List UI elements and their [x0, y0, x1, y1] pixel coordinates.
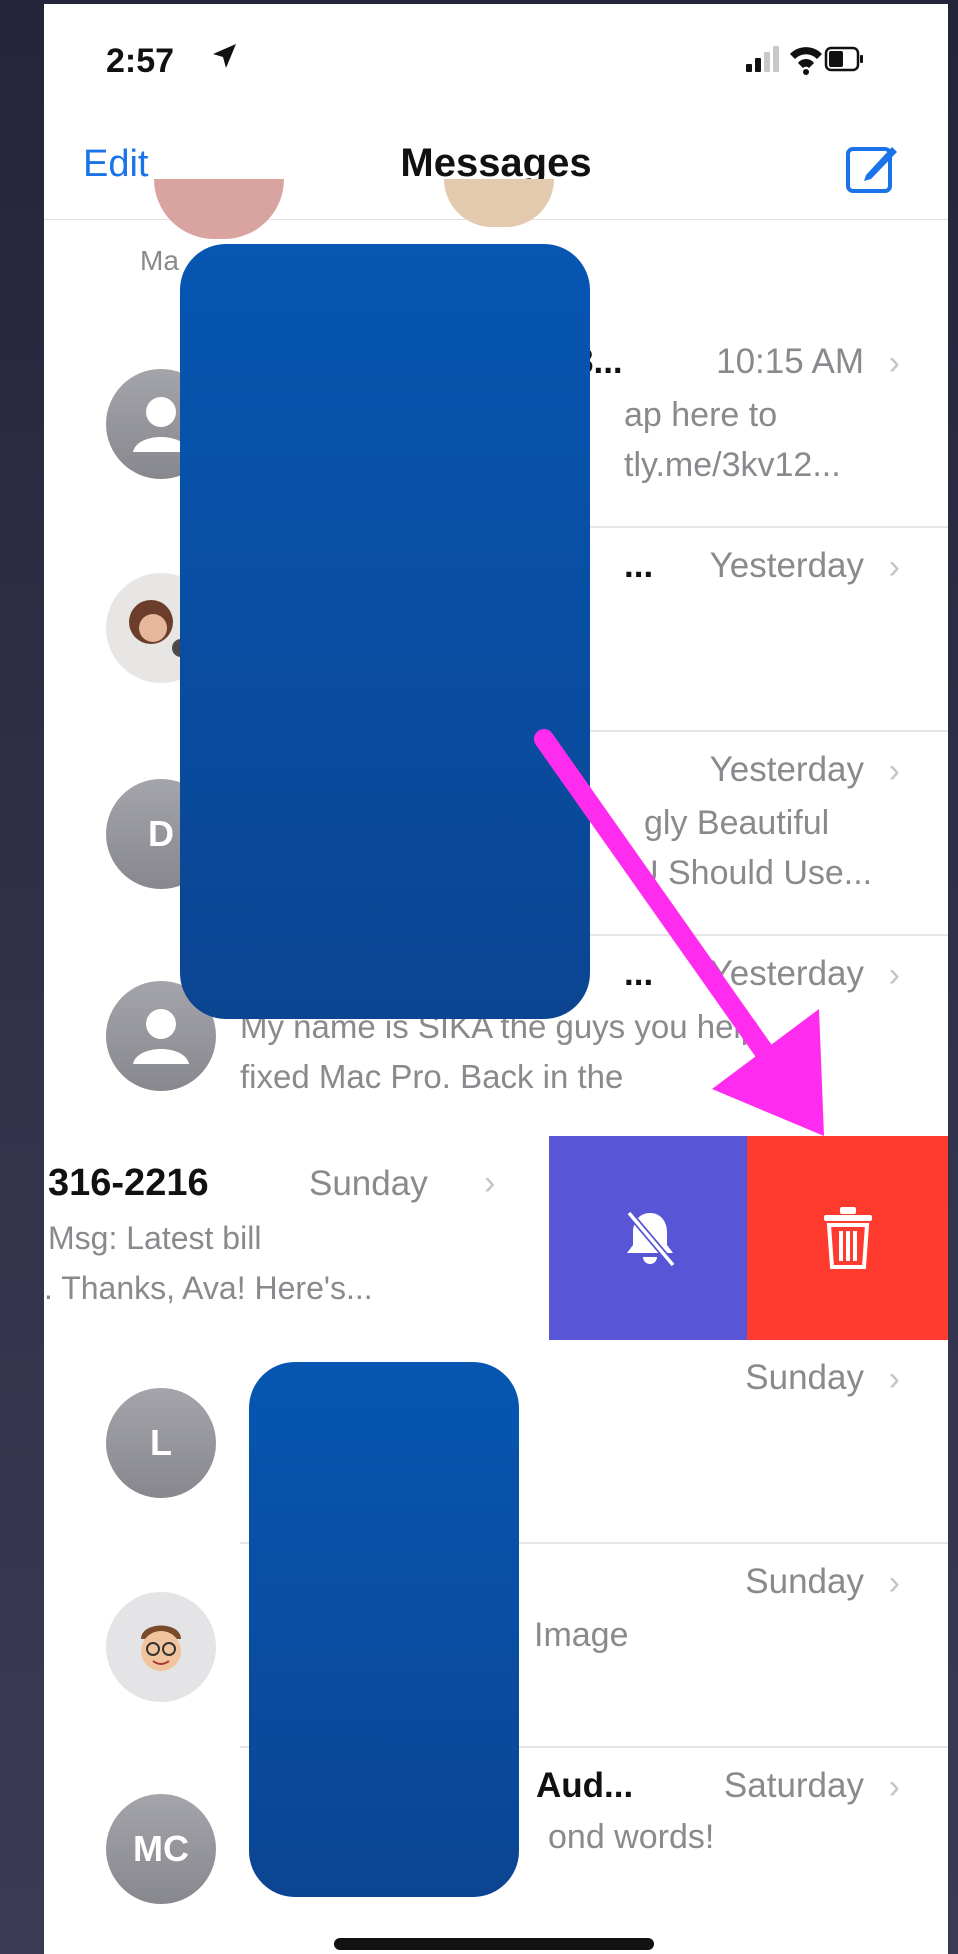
- annotation-arrow: [534, 729, 824, 1136]
- home-indicator[interactable]: [334, 1938, 654, 1950]
- phone-screen: 2:57 Edit Messages Ma 8... 10:15 AM › ap…: [44, 4, 948, 1954]
